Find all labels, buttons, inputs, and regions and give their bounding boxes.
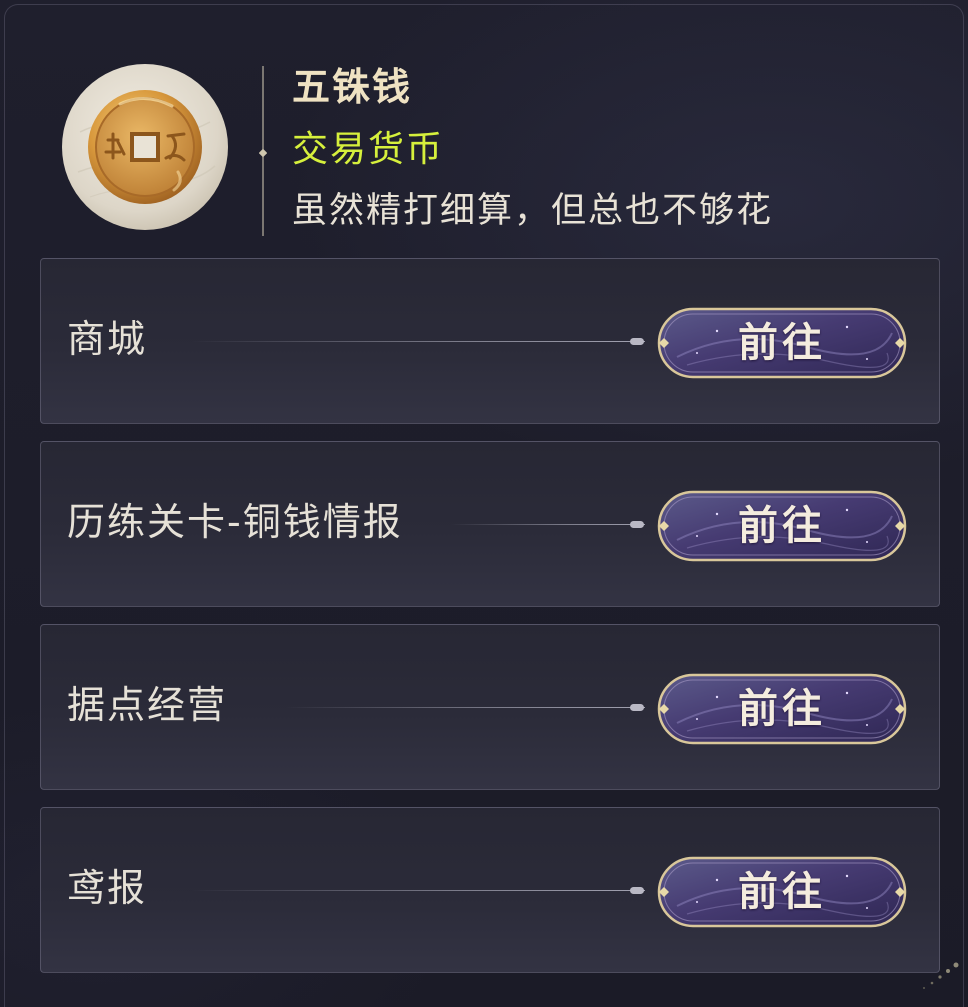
connector-line bbox=[286, 707, 645, 708]
connector-dot bbox=[630, 338, 644, 345]
go-button-label: 前往 bbox=[738, 685, 826, 732]
go-button-shop[interactable]: 前往 bbox=[657, 307, 907, 379]
connector-line bbox=[191, 341, 645, 342]
connector-line bbox=[451, 524, 645, 525]
source-row-stage-intel: 历练关卡-铜钱情报 前往 bbox=[40, 441, 940, 607]
source-row-kite-report: 鸢报 前往 bbox=[40, 807, 940, 973]
header-divider bbox=[258, 66, 268, 236]
source-label: 商城 bbox=[67, 317, 148, 361]
source-label: 据点经营 bbox=[67, 683, 228, 727]
copper-coin-icon bbox=[60, 62, 230, 232]
source-label: 历练关卡-铜钱情报 bbox=[67, 500, 403, 544]
connector-dot bbox=[630, 521, 644, 528]
item-type: 交易货币 bbox=[292, 129, 445, 170]
source-list: 商城 前往 历练关卡-铜钱情报 前往 据点经营 前往 鸢报 前往 bbox=[40, 258, 942, 973]
corner-ornament bbox=[902, 957, 962, 997]
connector-dot bbox=[630, 704, 644, 711]
source-label: 鸢报 bbox=[67, 866, 148, 910]
source-row-stronghold: 据点经营 前往 bbox=[40, 624, 940, 790]
go-button-label: 前往 bbox=[738, 319, 826, 366]
item-info-panel: 五铢钱 交易货币 虽然精打细算，但总也不够花 商城 前往 历练关卡-铜钱情报 前… bbox=[0, 0, 968, 1007]
connector-dot bbox=[630, 887, 644, 894]
go-button-stage-intel[interactable]: 前往 bbox=[657, 490, 907, 562]
go-button-label: 前往 bbox=[738, 868, 826, 915]
go-button-kite-report[interactable]: 前往 bbox=[657, 856, 907, 928]
item-name: 五铢钱 bbox=[292, 65, 413, 109]
go-button-stronghold[interactable]: 前往 bbox=[657, 673, 907, 745]
go-button-label: 前往 bbox=[738, 502, 826, 549]
source-row-shop: 商城 前往 bbox=[40, 258, 940, 424]
item-description: 虽然精打细算，但总也不够花 bbox=[292, 191, 774, 231]
connector-line bbox=[191, 890, 645, 891]
